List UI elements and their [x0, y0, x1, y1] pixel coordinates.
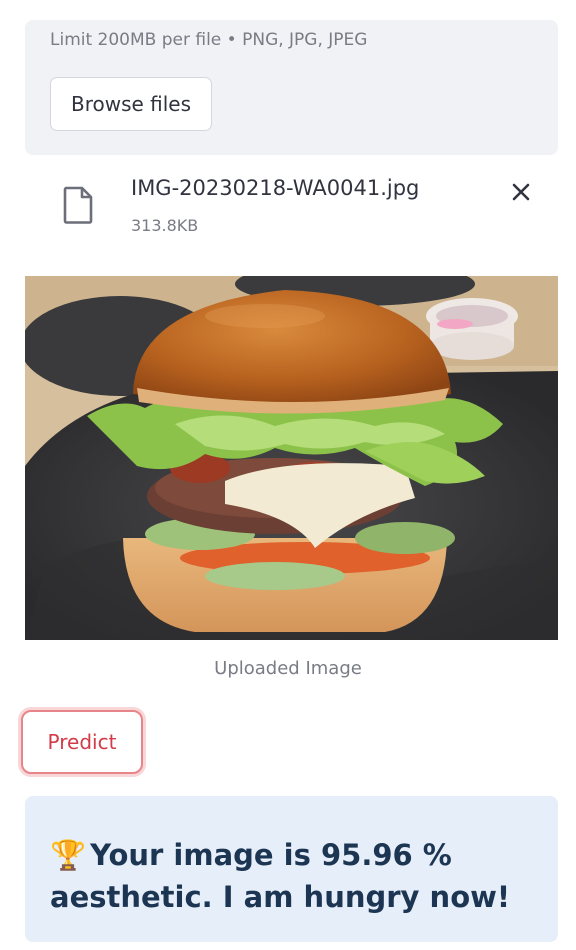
close-icon	[512, 183, 530, 201]
result-text: Your image is 95.96 % aesthetic. I am hu…	[50, 838, 511, 914]
remove-file-button[interactable]	[503, 174, 539, 210]
browse-files-button[interactable]: Browse files	[50, 77, 212, 131]
file-icon	[63, 186, 93, 224]
file-size: 313.8KB	[131, 216, 199, 235]
upload-limit-text: Limit 200MB per file • PNG, JPG, JPEG	[50, 30, 368, 50]
file-name: IMG-20230218-WA0041.jpg	[131, 176, 420, 200]
predict-button[interactable]: Predict	[21, 710, 143, 774]
uploaded-file-row: IMG-20230218-WA0041.jpg 313.8KB	[25, 170, 558, 250]
trophy-icon: 🏆	[50, 838, 87, 872]
uploaded-image	[25, 276, 558, 640]
file-uploader-dropzone[interactable]: Limit 200MB per file • PNG, JPG, JPEG Br…	[25, 20, 558, 155]
result-message: 🏆 Your image is 95.96 % aesthetic. I am h…	[50, 834, 540, 918]
result-alert: 🏆 Your image is 95.96 % aesthetic. I am h…	[25, 796, 558, 942]
image-caption: Uploaded Image	[214, 658, 362, 679]
